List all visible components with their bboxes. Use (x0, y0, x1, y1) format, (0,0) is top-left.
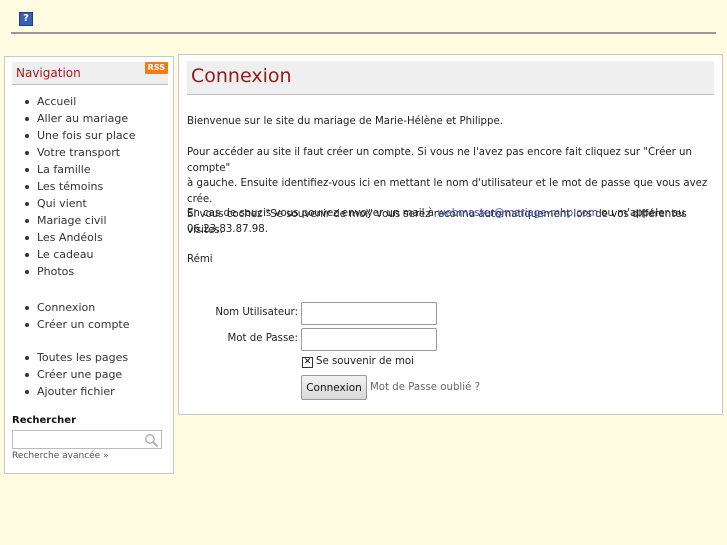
sidebar-item-ajouter-fichier[interactable]: Ajouter fichier (5, 383, 175, 400)
email-link[interactable]: webmaster@mariage-mhp.com (437, 208, 598, 219)
sidebar-item-une-fois-sur-place[interactable]: Une fois sur place (5, 127, 175, 144)
sidebar-item-connexion[interactable]: Connexion (5, 299, 175, 316)
top-bar: ? (0, 0, 727, 40)
search-input[interactable] (12, 430, 162, 449)
sidebar-item-toutes-les-pages[interactable]: Toutes les pages (5, 349, 175, 366)
sidebar-item-votre-transport[interactable]: Votre transport (5, 144, 175, 161)
contact-prefix: En cas de soucis vous pouvez envoyer un … (187, 208, 438, 219)
sidebar: Navigation RSS Accueil Aller au mariage … (4, 56, 174, 474)
nav-group-site: Accueil Aller au mariage Une fois sur pl… (5, 93, 175, 280)
phone-number: 06.23.83.87.98. (187, 223, 269, 235)
username-label: Nom Utilisateur: (215, 307, 298, 318)
forgot-password-link[interactable]: Mot de Passe oublié ? (370, 382, 480, 393)
advanced-search-link[interactable]: Recherche avancée » (12, 451, 109, 461)
password-field[interactable] (301, 328, 437, 351)
remember-me-checkbox[interactable]: ✕ (302, 357, 313, 368)
navigation-header: Navigation RSS (12, 62, 168, 85)
contact-suffix: ou m'appeler au (598, 208, 685, 219)
search-icon[interactable] (144, 433, 159, 448)
sidebar-item-creer-un-compte[interactable]: Créer un compte (5, 316, 175, 333)
remember-me-label[interactable]: Se souvenir de moi (316, 356, 414, 367)
search-heading: Rechercher (12, 415, 77, 426)
rss-icon[interactable]: RSS (144, 62, 168, 74)
contact-text: En cas de soucis vous pouvez envoyer un … (187, 206, 717, 237)
login-button[interactable]: Connexion (301, 375, 367, 400)
sidebar-item-les-andeols[interactable]: Les Andéols (5, 229, 175, 246)
sidebar-item-accueil[interactable]: Accueil (5, 93, 175, 110)
sidebar-item-la-famille[interactable]: La famille (5, 161, 175, 178)
sidebar-item-aller-au-mariage[interactable]: Aller au mariage (5, 110, 175, 127)
instructions-line: à gauche. Ensuite identifiez-vous ici en… (187, 178, 708, 205)
sidebar-item-le-cadeau[interactable]: Le cadeau (5, 246, 175, 263)
navigation-title: Navigation (16, 66, 81, 80)
header-divider (11, 32, 716, 34)
nav-group-account: Connexion Créer un compte (5, 299, 175, 333)
help-icon[interactable]: ? (19, 12, 33, 26)
main-content: Connexion Bienvenue sur le site du maria… (178, 54, 723, 415)
sidebar-item-mariage-civil[interactable]: Mariage civil (5, 212, 175, 229)
sidebar-item-creer-une-page[interactable]: Créer une page (5, 366, 175, 383)
page-title: Connexion (191, 65, 292, 87)
username-field[interactable] (301, 302, 437, 325)
sidebar-item-les-temoins[interactable]: Les témoins (5, 178, 175, 195)
sidebar-item-qui-vient[interactable]: Qui vient (5, 195, 175, 212)
signature: Rémi (187, 254, 213, 265)
intro-text: Bienvenue sur le site du mariage de Mari… (187, 116, 503, 127)
sidebar-item-photos[interactable]: Photos (5, 263, 175, 280)
page-header: Connexion (187, 61, 714, 95)
password-label: Mot de Passe: (227, 333, 298, 344)
nav-group-pages: Toutes les pages Créer une page Ajouter … (5, 349, 175, 400)
instructions-line: Pour accéder au site il faut créer un co… (187, 147, 692, 174)
